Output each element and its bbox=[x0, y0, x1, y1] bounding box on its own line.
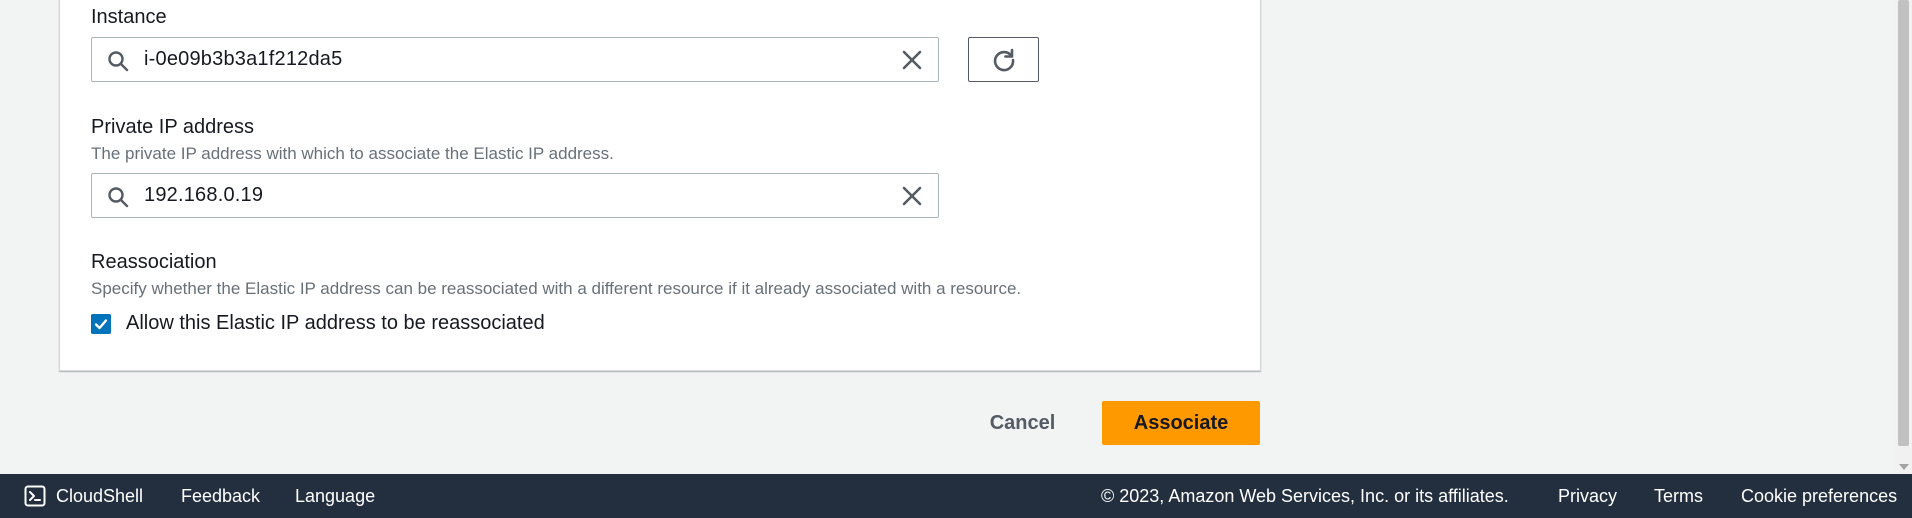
reassociation-description: Specify whether the Elastic IP address c… bbox=[91, 279, 1022, 298]
instance-value: i-0e09b3b3a1f212da5 bbox=[144, 48, 343, 70]
cancel-button[interactable]: Cancel bbox=[975, 401, 1070, 445]
refresh-icon bbox=[993, 48, 1014, 71]
cloudshell-link[interactable]: CloudShell bbox=[56, 486, 143, 507]
close-icon[interactable] bbox=[900, 48, 924, 72]
scrollbar-thumb[interactable] bbox=[1898, 0, 1909, 446]
terms-link[interactable]: Terms bbox=[1654, 486, 1703, 507]
private-ip-description: The private IP address with which to ass… bbox=[91, 144, 614, 163]
language-link[interactable]: Language bbox=[295, 486, 375, 507]
search-icon bbox=[108, 51, 129, 72]
search-icon bbox=[108, 187, 129, 208]
association-form-panel: Instance i-0e09b3b3a1f212da5 Private IP … bbox=[59, 0, 1261, 371]
scroll-down-arrow[interactable] bbox=[1899, 464, 1909, 470]
close-icon[interactable] bbox=[900, 184, 924, 208]
associate-button[interactable]: Associate bbox=[1102, 401, 1260, 445]
console-footer: CloudShell Feedback Language © 2023, Ama… bbox=[0, 474, 1912, 518]
private-ip-input[interactable]: 192.168.0.19 bbox=[91, 173, 939, 218]
vertical-scrollbar[interactable] bbox=[1895, 0, 1912, 474]
privacy-link[interactable]: Privacy bbox=[1558, 486, 1617, 507]
instance-label: Instance bbox=[91, 6, 167, 28]
cookie-preferences-link[interactable]: Cookie preferences bbox=[1741, 486, 1897, 507]
check-icon bbox=[94, 318, 108, 329]
refresh-button[interactable] bbox=[968, 37, 1039, 82]
private-ip-label: Private IP address bbox=[91, 116, 255, 138]
feedback-link[interactable]: Feedback bbox=[181, 486, 260, 507]
reassociation-label: Reassociation bbox=[91, 251, 217, 273]
instance-input[interactable]: i-0e09b3b3a1f212da5 bbox=[91, 37, 939, 82]
terminal-icon[interactable] bbox=[24, 485, 46, 507]
private-ip-value: 192.168.0.19 bbox=[144, 184, 264, 206]
reassociation-checkbox-row: Allow this Elastic IP address to be reas… bbox=[91, 312, 545, 335]
reassociation-checkbox-label[interactable]: Allow this Elastic IP address to be reas… bbox=[126, 312, 545, 335]
reassociation-checkbox[interactable] bbox=[91, 313, 111, 334]
copyright-text: © 2023, Amazon Web Services, Inc. or its… bbox=[1101, 486, 1509, 506]
